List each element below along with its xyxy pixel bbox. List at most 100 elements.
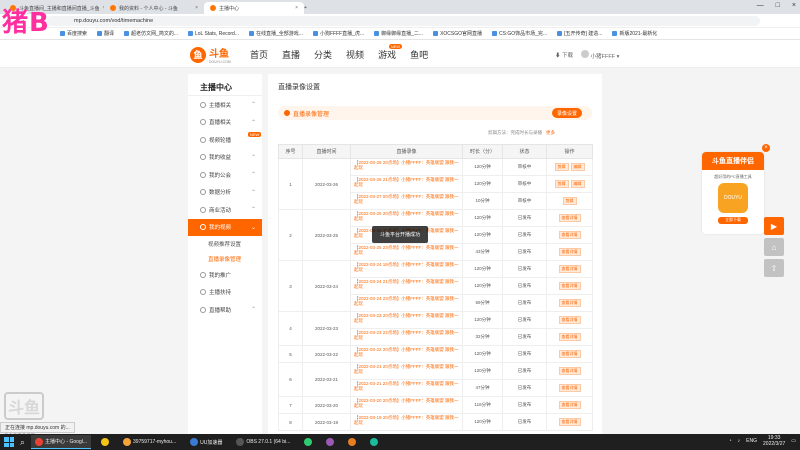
bookmark-item[interactable]: 御缘御缘直播_二... xyxy=(374,30,423,37)
sidebar-item-my-videos[interactable]: 我的视频 ⌄ xyxy=(188,218,262,236)
operation-button[interactable]: 剪辑 xyxy=(554,180,569,188)
close-tab-icon[interactable]: × xyxy=(195,5,198,11)
bookmark-item[interactable]: 小狗FFFF直播_虎... xyxy=(312,30,364,37)
recording-link[interactable]: 【2022-03-21 22点场】小猪FFFF：英雄联盟 跟我一起玩 xyxy=(354,380,462,396)
operation-button[interactable]: 查看详情 xyxy=(558,418,581,426)
sidebar-item-support[interactable]: 主播扶持 xyxy=(188,284,262,302)
operation-button[interactable]: 查看详情 xyxy=(558,282,581,290)
nav-home[interactable]: 首页 xyxy=(250,48,268,61)
more-link[interactable]: 更多 xyxy=(546,130,555,135)
maximize-icon[interactable]: □ xyxy=(776,2,780,9)
recording-link[interactable]: 【2022-03-25 23点场】小猪FFFF：英雄联盟 跟我一起玩 xyxy=(354,244,462,260)
operation-button[interactable]: 剪辑 xyxy=(562,197,577,205)
notification-icon[interactable]: ▭ xyxy=(791,438,796,444)
recording-link[interactable]: 【2022-03-26 21点场】小猪FFFF：英雄联盟 跟我一起玩 xyxy=(354,176,462,192)
url-input[interactable]: mp.douyu.com/vod/timemachine xyxy=(46,15,760,26)
recording-settings-button[interactable]: 录像设置 xyxy=(551,108,582,118)
bookmark-item[interactable]: 超老仿文网_简文的... xyxy=(124,30,178,37)
operation-button[interactable]: 查看详情 xyxy=(558,350,581,358)
close-icon[interactable]: × xyxy=(762,144,770,152)
promo-card[interactable]: 斗鱼直播伴侣 超好用的PC直播工具 DOUYU 立即下载 xyxy=(702,152,764,234)
bookmark-icon xyxy=(557,31,563,36)
taskbar-app[interactable] xyxy=(344,435,360,449)
download-link[interactable]: ⬇ 下载 xyxy=(555,51,573,59)
taskbar-app[interactable] xyxy=(300,435,316,449)
taskbar-app-obs[interactable]: OBS 27.0.1 (64 bi... xyxy=(232,435,294,449)
sidebar-subitem-video-recommend[interactable]: 视频推荐设置 xyxy=(188,236,262,251)
sidebar-item-income[interactable]: 我的收益 ⌃ xyxy=(188,149,262,167)
close-tab-icon[interactable]: × xyxy=(295,5,298,11)
sidebar-item-analytics[interactable]: 数据分析 ⌃ xyxy=(188,184,262,202)
recording-link[interactable]: 【2022-03-24 21点场】小猪FFFF：英雄联盟 跟我一起玩 xyxy=(354,278,462,294)
operation-button[interactable]: 查看详情 xyxy=(558,316,581,324)
windows-start-icon[interactable] xyxy=(4,437,14,447)
operation-button[interactable]: 查看详情 xyxy=(558,248,581,256)
taskbar-app-chrome[interactable]: 主播中心 - Googl... xyxy=(31,435,92,449)
nav-live[interactable]: 直播 xyxy=(282,48,300,61)
operation-button[interactable]: 查看详情 xyxy=(558,367,581,375)
browser-tab[interactable]: 我的资料 - 个人中心 - 斗鱼 × xyxy=(104,2,204,14)
back-to-top-icon[interactable]: ⇧ xyxy=(764,259,784,277)
recording-link[interactable]: 【2022-03-21 20点场】小猪FFFF：英雄联盟 跟我一起玩 xyxy=(354,363,462,379)
operation-button[interactable]: 查看详情 xyxy=(558,214,581,222)
search-icon[interactable]: ⌕ xyxy=(20,437,25,448)
sidebar-subitem-recording-manage[interactable]: 直播录像管理 xyxy=(188,251,262,266)
play-circle-icon[interactable]: ▶ xyxy=(764,217,784,235)
operation-button[interactable]: 编辑 xyxy=(570,163,585,171)
operation-button[interactable]: 查看详情 xyxy=(558,333,581,341)
sidebar-item-video-carousel[interactable]: 视频轮播 NEW xyxy=(188,131,262,149)
language-indicator[interactable]: ENG xyxy=(746,438,757,444)
clock[interactable]: 19:33 2022/3/27 xyxy=(763,435,785,447)
volume-icon[interactable]: ♪ xyxy=(738,438,741,444)
recording-link[interactable]: 【2022-03-26 20点场】小猪FFFF：英雄联盟 跟我一起玩 xyxy=(354,159,462,175)
operation-button[interactable]: 剪辑 xyxy=(554,163,569,171)
nav-game[interactable]: 游戏 NEW xyxy=(378,44,403,61)
operation-button[interactable]: 编辑 xyxy=(570,180,585,188)
network-icon[interactable]: ◔ xyxy=(729,438,732,444)
recording-link[interactable]: 【2022-03-27 00点场】小猪FFFF：英雄联盟 跟我一起玩 xyxy=(354,193,462,209)
recording-link[interactable]: 【2022-03-20 20点场】小猪FFFF：英雄联盟 跟我一起玩 xyxy=(354,397,462,413)
download-now-button[interactable]: 立即下载 xyxy=(718,217,748,224)
bookmark-item[interactable]: 新版2021-最新化 xyxy=(612,30,657,37)
operation-button[interactable]: 查看详情 xyxy=(558,401,581,409)
taskbar-app[interactable] xyxy=(322,435,338,449)
bookmark-item[interactable]: 翻译 xyxy=(97,30,114,37)
bookmark-item[interactable]: CS:GO饰品市场_完... xyxy=(492,30,547,37)
sidebar-item-guild[interactable]: 我的公会 ⌃ xyxy=(188,166,262,184)
user-menu[interactable]: 小猪FFFF ▾ xyxy=(581,50,619,60)
recording-link[interactable]: 【2022-03-23 22点场】小猪FFFF：英雄联盟 跟我一起玩 xyxy=(354,329,462,345)
bookmark-item[interactable]: 在线直播_全部游戏... xyxy=(249,30,303,37)
sidebar-item-help[interactable]: 直播帮助 ⌃ xyxy=(188,301,262,319)
taskbar-app-uu[interactable]: UU加速器 xyxy=(186,435,226,449)
bookmark-item[interactable]: 百度搜索 xyxy=(60,30,87,37)
taskbar-app[interactable] xyxy=(97,435,113,449)
close-window-icon[interactable]: × xyxy=(792,2,796,9)
operation-button[interactable]: 查看详情 xyxy=(558,299,581,307)
sidebar-item-streamer[interactable]: 主播相关 ⌃ xyxy=(188,96,262,114)
nav-video[interactable]: 视频 xyxy=(346,48,364,61)
bookmark-item[interactable]: XOCSGO官网直播 xyxy=(433,30,482,37)
operation-button[interactable]: 查看详情 xyxy=(558,265,581,273)
browser-tab-active[interactable]: 主播中心 × xyxy=(204,2,304,14)
sidebar-item-business[interactable]: 商业活动 ⌃ xyxy=(188,201,262,219)
recording-link[interactable]: 【2022-03-23 20点场】小猪FFFF：英雄联盟 跟我一起玩 xyxy=(354,312,462,328)
douyu-logo[interactable]: 鱼 斗鱼 DOUYU.COM xyxy=(190,45,231,64)
new-tab-button[interactable]: + xyxy=(304,2,318,14)
recording-link[interactable]: 【2022-03-25 20点场】小猪FFFF：英雄联盟 跟我一起玩 xyxy=(354,210,462,226)
bookmark-item[interactable]: LoL Stats, Record... xyxy=(187,31,239,37)
home-icon[interactable]: ⌂ xyxy=(764,238,784,256)
operation-button[interactable]: 查看详情 xyxy=(558,231,581,239)
bookmark-item[interactable]: [五开传奇] 建造... xyxy=(557,30,602,37)
sidebar-item-live[interactable]: 直播相关 ⌃ xyxy=(188,114,262,132)
minimize-icon[interactable]: — xyxy=(757,2,764,9)
recording-link[interactable]: 【2022-03-24 19点场】小猪FFFF：英雄联盟 跟我一起玩 xyxy=(354,261,462,277)
taskbar-app-folder[interactable]: 39759717-myhou... xyxy=(119,435,180,449)
operation-button[interactable]: 查看详情 xyxy=(558,384,581,392)
recording-link[interactable]: 【2022-03-22 20点场】小猪FFFF：英雄联盟 跟我一起玩 xyxy=(354,346,462,362)
sidebar-item-promotion[interactable]: 我的推广 xyxy=(188,266,262,284)
taskbar-app[interactable] xyxy=(366,435,382,449)
recording-link[interactable]: 【2022-03-19 20点场】小猪FFFF：英雄联盟 跟我一起玩 xyxy=(354,414,462,430)
recording-link[interactable]: 【2022-03-24 23点场】小猪FFFF：英雄联盟 跟我一起玩 xyxy=(354,295,462,311)
nav-yuba[interactable]: 鱼吧 xyxy=(410,48,428,61)
nav-category[interactable]: 分类 xyxy=(314,48,332,61)
